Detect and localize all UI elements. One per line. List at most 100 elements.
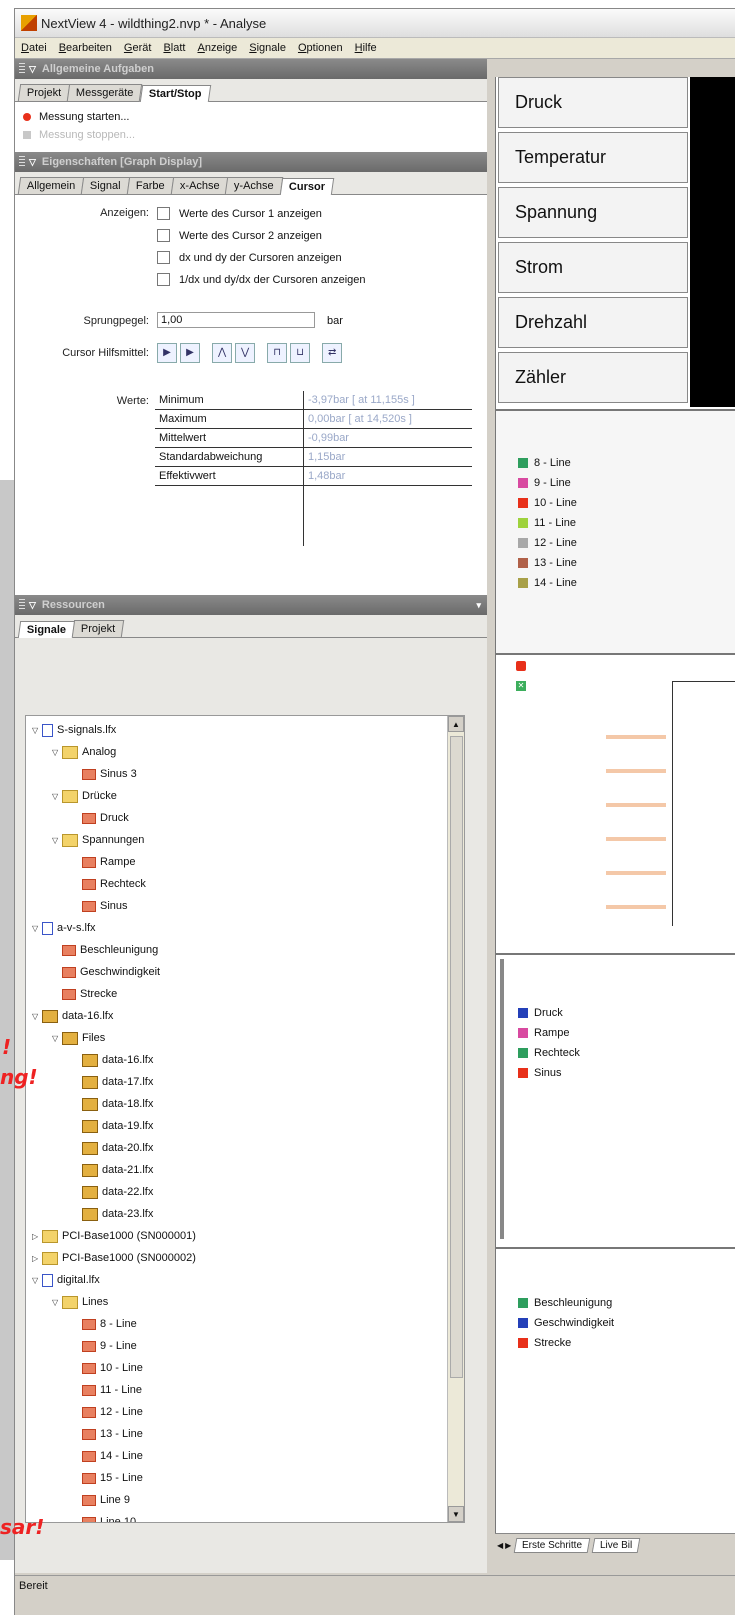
- signals-graph-panel[interactable]: Druck Rampe Rechteck Sinus: [496, 953, 735, 1247]
- expand-open-icon[interactable]: ▽: [32, 924, 42, 933]
- menu-bearbeiten[interactable]: Bearbeiten: [59, 42, 112, 54]
- legend-item[interactable]: 13 - Line: [518, 553, 577, 573]
- cursor-next-icon[interactable]: ▶: [180, 343, 200, 363]
- tree-item[interactable]: data-16.lfx: [72, 1050, 153, 1070]
- tree-item[interactable]: Line 9: [72, 1490, 130, 1510]
- tree-item[interactable]: data-17.lfx: [72, 1072, 153, 1092]
- legend-item[interactable]: Rampe: [518, 1023, 569, 1043]
- general-tasks-header[interactable]: ▽ Allgemeine Aufgaben: [15, 59, 487, 79]
- tab-start-stop[interactable]: Start/Stop: [139, 85, 211, 102]
- stop-measurement-link[interactable]: Messung stoppen...: [23, 126, 479, 144]
- tree-item[interactable]: ▽ digital.lfx: [32, 1270, 100, 1290]
- checkbox-box[interactable]: [157, 251, 170, 264]
- tree-item[interactable]: ▽ Files: [52, 1028, 105, 1048]
- tab-projekt-resources[interactable]: Projekt: [71, 620, 125, 637]
- cursor-valley-icon[interactable]: ⋁: [235, 343, 256, 363]
- tree-scrollbar[interactable]: ▲ ▼: [447, 716, 464, 1522]
- legend-item[interactable]: 9 - Line: [518, 473, 571, 493]
- legend-item[interactable]: 11 - Line: [518, 513, 576, 533]
- cursor-fall-icon[interactable]: ⊔: [290, 343, 311, 363]
- tree-item[interactable]: Rechteck: [72, 874, 146, 894]
- cursor-rise-icon[interactable]: ⊓: [267, 343, 288, 363]
- legend-item[interactable]: Sinus: [518, 1063, 562, 1083]
- cursor-swap-icon[interactable]: ⇄: [322, 343, 343, 363]
- tab-signal[interactable]: Signal: [81, 177, 131, 194]
- signal-button-strom[interactable]: Strom: [498, 242, 688, 293]
- tree-item[interactable]: Strecke: [52, 984, 117, 1004]
- tree-item[interactable]: 11 - Line: [72, 1380, 142, 1400]
- pin-icon[interactable]: ▾: [476, 600, 481, 611]
- plot-area[interactable]: [672, 681, 735, 926]
- legend-item[interactable]: 10 - Line: [518, 493, 577, 513]
- expand-open-icon[interactable]: ▽: [52, 1034, 62, 1043]
- avs-graph-panel[interactable]: Beschleunigung Geschwindigkeit Strecke: [496, 1247, 735, 1533]
- tree-item[interactable]: data-18.lfx: [72, 1094, 153, 1114]
- scroll-up-icon[interactable]: ▲: [448, 716, 464, 732]
- expand-closed-icon[interactable]: ▷: [32, 1232, 42, 1241]
- legend-item[interactable]: 8 - Line: [518, 453, 571, 473]
- tree-item[interactable]: 10 - Line: [72, 1358, 143, 1378]
- tab-y-achse[interactable]: y-Achse: [225, 177, 284, 194]
- tree-item[interactable]: data-23.lfx: [72, 1204, 153, 1224]
- legend-item[interactable]: Rechteck: [518, 1043, 580, 1063]
- tab-allgemein[interactable]: Allgemein: [17, 177, 85, 194]
- legend-item[interactable]: Druck: [518, 1003, 563, 1023]
- tab-scroll-right-icon[interactable]: ▶: [505, 1541, 511, 1550]
- tree-item[interactable]: Beschleunigung: [52, 940, 158, 960]
- menu-geraet[interactable]: Gerät: [124, 42, 152, 54]
- tab-live-bil[interactable]: Live Bil: [592, 1537, 641, 1553]
- tree-item[interactable]: 13 - Line: [72, 1424, 143, 1444]
- menu-signale[interactable]: Signale: [249, 42, 286, 54]
- tree-item[interactable]: data-22.lfx: [72, 1182, 153, 1202]
- expand-open-icon[interactable]: ▽: [32, 726, 42, 735]
- tree-item[interactable]: ▽ a-v-s.lfx: [32, 918, 96, 938]
- tree-item[interactable]: data-20.lfx: [72, 1138, 153, 1158]
- menu-hilfe[interactable]: Hilfe: [355, 42, 377, 54]
- menu-datei[interactable]: Datei: [21, 42, 47, 54]
- tree-item[interactable]: Sinus: [72, 896, 128, 916]
- tab-signale[interactable]: Signale: [17, 621, 76, 638]
- checkbox-box[interactable]: [157, 229, 170, 242]
- checkbox-box[interactable]: [157, 207, 170, 220]
- checkbox-inverse-dx[interactable]: 1/dx und dy/dx der Cursoren anzeigen: [157, 273, 366, 286]
- checkbox-box[interactable]: [157, 273, 170, 286]
- analog-graph-panel[interactable]: ✕: [496, 653, 735, 953]
- menu-blatt[interactable]: Blatt: [163, 42, 185, 54]
- checkbox-cursor2[interactable]: Werte des Cursor 2 anzeigen: [157, 229, 322, 242]
- legend-item[interactable]: Geschwindigkeit: [518, 1313, 614, 1333]
- close-icon[interactable]: ✕: [516, 681, 526, 691]
- tree-item[interactable]: ▽ data-16.lfx: [32, 1006, 113, 1026]
- expand-closed-icon[interactable]: ▷: [32, 1254, 42, 1263]
- tree-item[interactable]: 12 - Line: [72, 1402, 143, 1422]
- collapse-icon[interactable]: ▽: [29, 157, 36, 168]
- collapse-icon[interactable]: ▽: [29, 64, 36, 75]
- tree-item[interactable]: Sinus 3: [72, 764, 137, 784]
- tab-scroll-left-icon[interactable]: ◀: [497, 1541, 503, 1550]
- expand-open-icon[interactable]: ▽: [52, 836, 62, 845]
- legend-item[interactable]: 12 - Line: [518, 533, 577, 553]
- tab-erste-schritte[interactable]: Erste Schritte: [513, 1537, 591, 1553]
- tree-item[interactable]: 15 - Line: [72, 1468, 143, 1488]
- tree-item[interactable]: Geschwindigkeit: [52, 962, 160, 982]
- tree-item[interactable]: ▽ Spannungen: [52, 830, 144, 850]
- expand-open-icon[interactable]: ▽: [52, 1298, 62, 1307]
- tree-item[interactable]: ▷ PCI-Base1000 (SN000001): [32, 1226, 196, 1246]
- tree-item[interactable]: ▽ Lines: [52, 1292, 108, 1312]
- checkbox-cursor1[interactable]: Werte des Cursor 1 anzeigen: [157, 207, 322, 220]
- expand-open-icon[interactable]: ▽: [52, 748, 62, 757]
- menu-anzeige[interactable]: Anzeige: [197, 42, 237, 54]
- legend-item[interactable]: Strecke: [518, 1333, 571, 1353]
- tree-item[interactable]: 14 - Line: [72, 1446, 143, 1466]
- collapse-icon[interactable]: ▽: [29, 600, 36, 611]
- properties-header[interactable]: ▽ Eigenschaften [Graph Display]: [15, 152, 487, 172]
- legend-item[interactable]: Beschleunigung: [518, 1293, 612, 1313]
- splitter[interactable]: [500, 959, 504, 1239]
- scroll-down-icon[interactable]: ▼: [448, 1506, 464, 1522]
- expand-open-icon[interactable]: ▽: [52, 792, 62, 801]
- tab-cursor[interactable]: Cursor: [279, 178, 335, 195]
- tree-item[interactable]: 8 - Line: [72, 1314, 137, 1334]
- checkbox-dx-dy[interactable]: dx und dy der Cursoren anzeigen: [157, 251, 342, 264]
- menu-optionen[interactable]: Optionen: [298, 42, 343, 54]
- tree-item[interactable]: Druck: [72, 808, 129, 828]
- start-measurement-link[interactable]: Messung starten...: [23, 108, 479, 126]
